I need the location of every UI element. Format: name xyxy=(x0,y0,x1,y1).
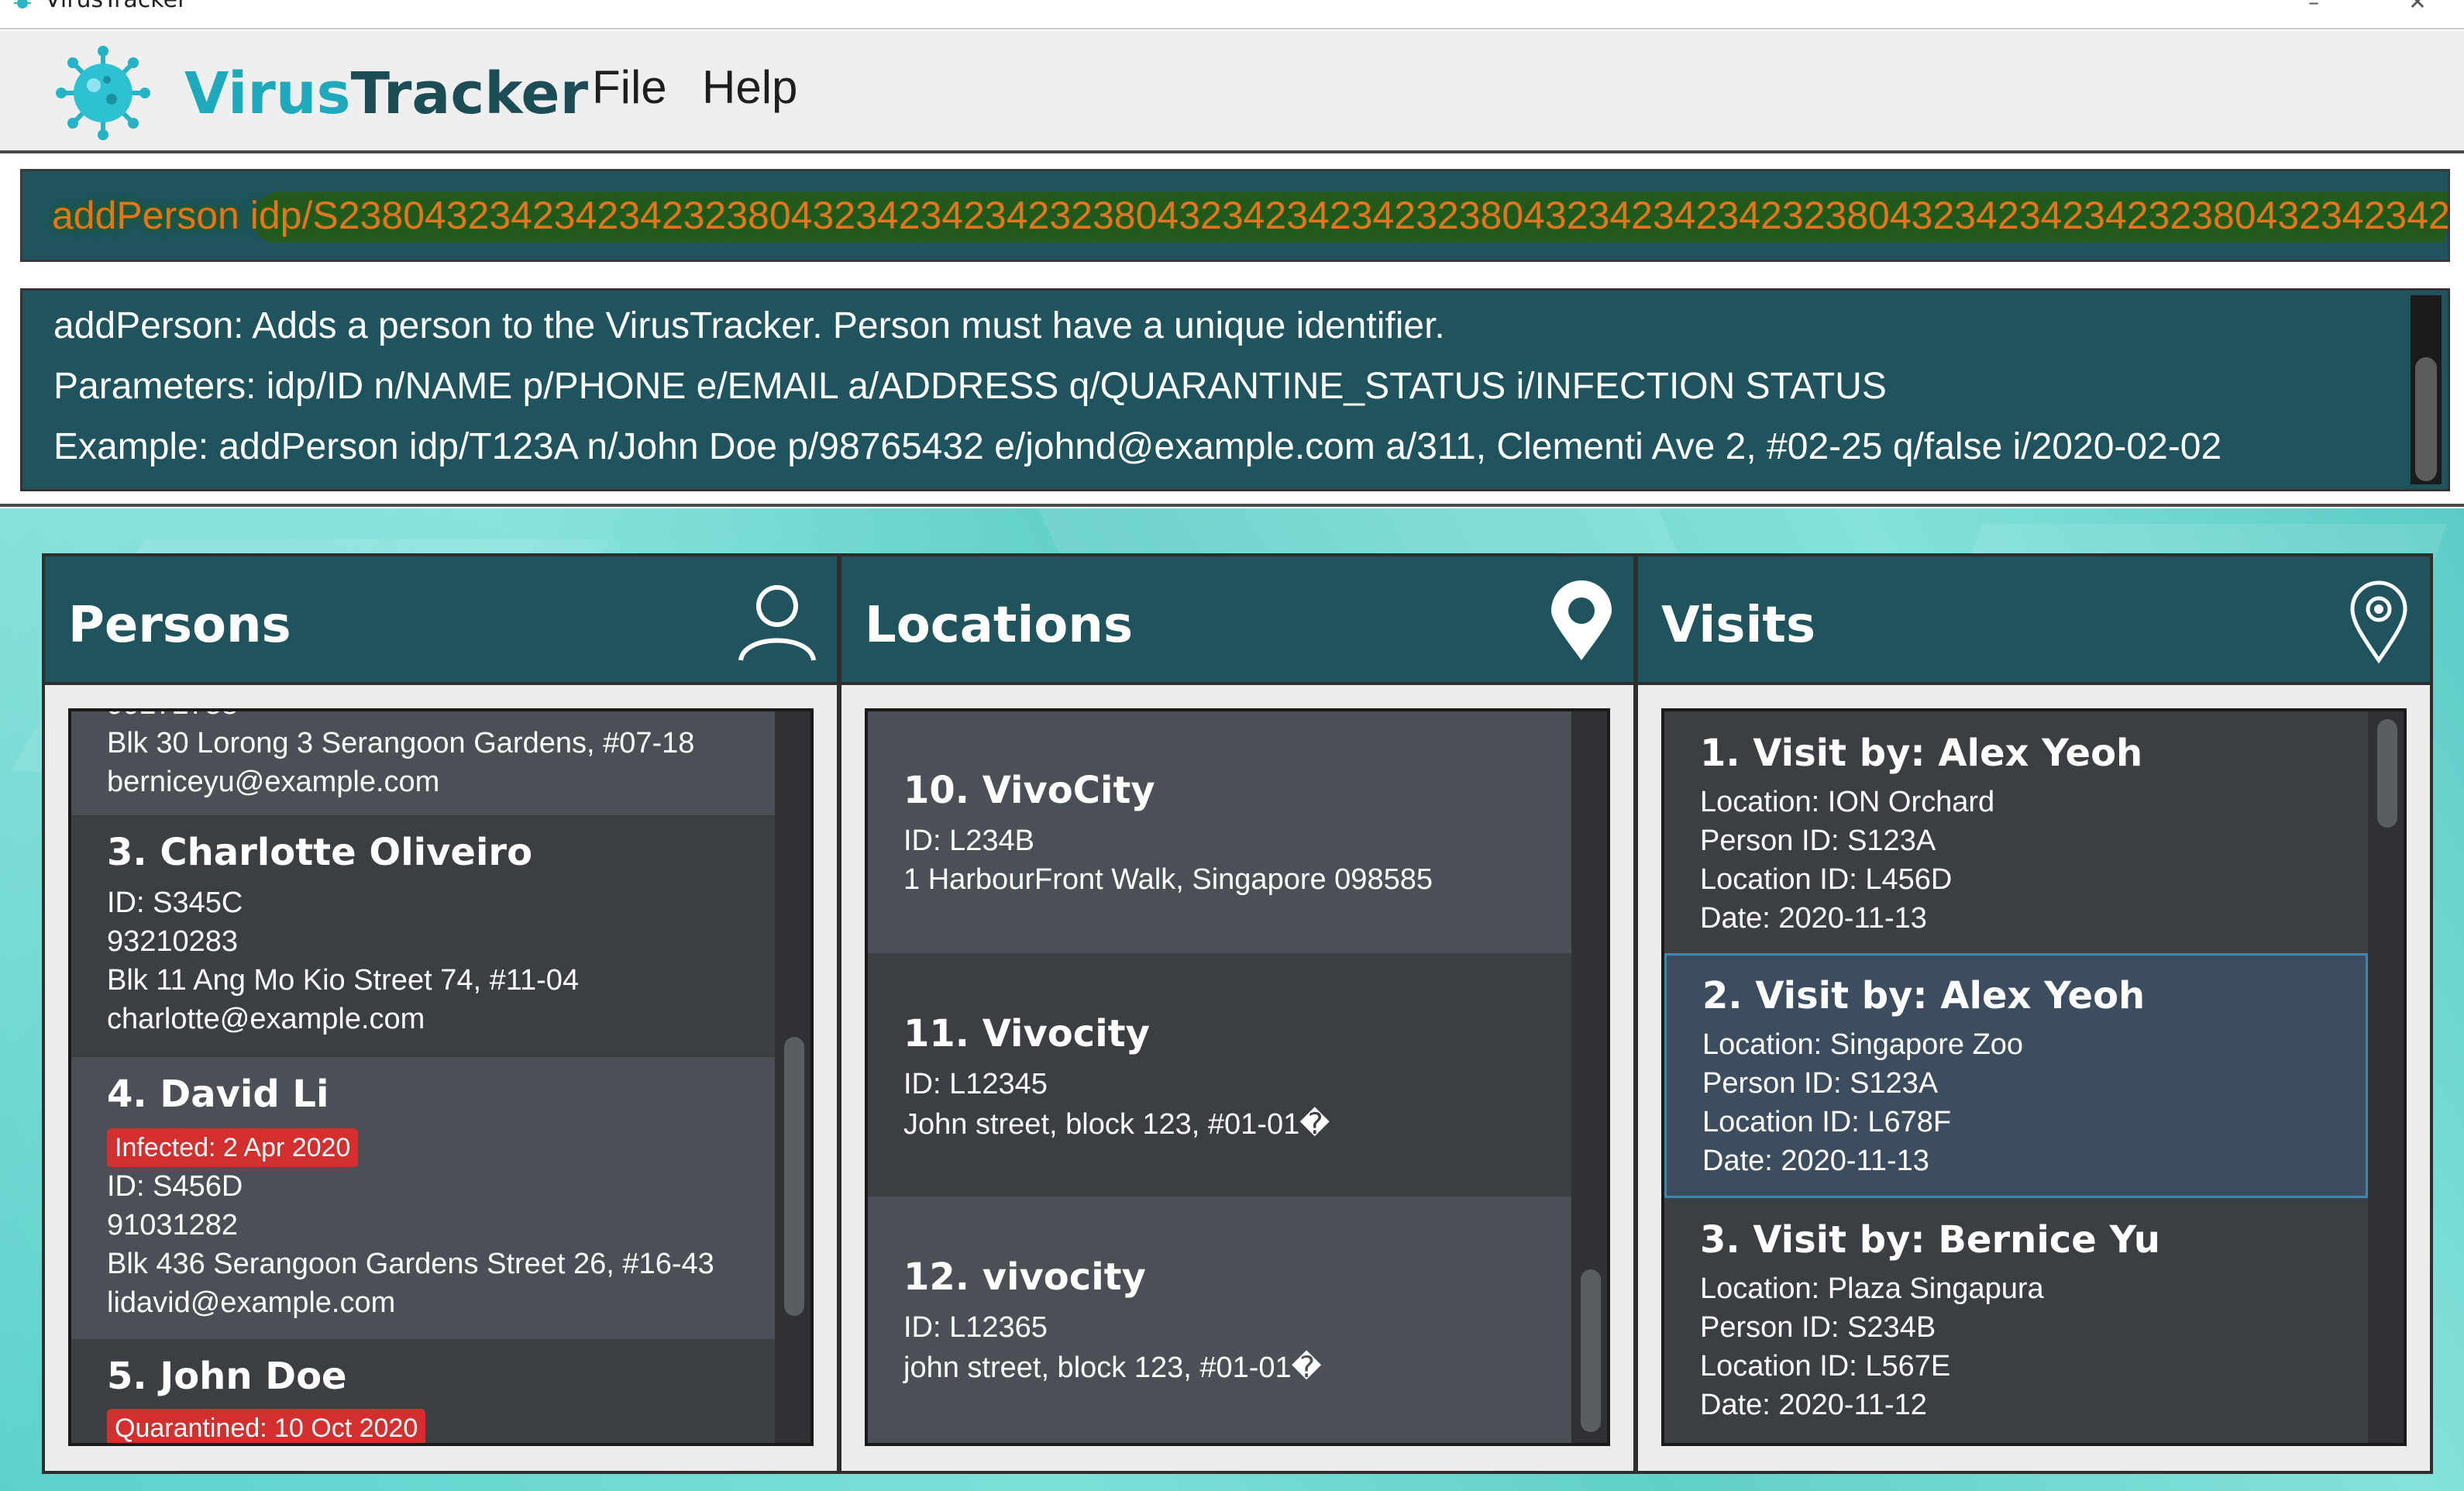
minimize-button[interactable]: – xyxy=(2298,0,2329,15)
menu-help[interactable]: Help xyxy=(702,60,797,114)
person-address: Blk 30 Lorong 3 Serangoon Gardens, #07-1… xyxy=(107,727,695,759)
visits-panel-header: Visits xyxy=(1638,556,2430,685)
quarantine-status-badge: Quarantined: 10 Oct 2020 xyxy=(107,1409,426,1443)
person-address: Blk 436 Serangoon Gardens Street 26, #16… xyxy=(107,1248,714,1280)
visits-scrollbar[interactable] xyxy=(2368,711,2404,1443)
location-pin-icon xyxy=(1551,580,1612,660)
visit-location-id: Location ID: L567E xyxy=(1700,1350,1951,1383)
result-scrollbar-thumb[interactable] xyxy=(2415,357,2437,481)
visits-scrollbar-thumb[interactable] xyxy=(2377,719,2397,828)
persons-panel-title: Persons xyxy=(68,597,291,654)
locations-scrollbar[interactable] xyxy=(1571,711,1607,1443)
visit-date: Date: 2020-11-12 xyxy=(1700,1389,1927,1421)
visit-location-id: Location ID: L678F xyxy=(1702,1106,1952,1138)
visit-location: Location: ION Orchard xyxy=(1700,786,1995,818)
visits-list[interactable]: 1. Visit by: Alex Yeoh Location: ION Orc… xyxy=(1661,708,2407,1446)
location-card[interactable]: 11. Vivocity ID: L12345 John street, blo… xyxy=(868,953,1571,1197)
persons-scrollbar[interactable] xyxy=(775,711,810,1443)
person-card[interactable]: 3. Charlotte Oliveiro ID: S345C 93210283… xyxy=(71,815,775,1057)
locations-panel-header: Locations xyxy=(841,556,1633,685)
visit-card-selected[interactable]: 2. Visit by: Alex Yeoh Location: Singapo… xyxy=(1664,953,2368,1198)
person-name: 3. Charlotte Oliveiro xyxy=(107,831,533,874)
location-address: 1 HarbourFront Walk, Singapore 098585 xyxy=(903,863,1433,896)
window-title: VirusTracker xyxy=(45,0,187,13)
person-email: lidavid@example.com xyxy=(107,1286,396,1319)
location-name: 10. VivoCity xyxy=(903,769,1155,812)
menu-file[interactable]: File xyxy=(592,60,667,114)
person-phone: 93210283 xyxy=(107,925,239,958)
location-address: John street, block 123, #01-01� xyxy=(903,1108,1330,1141)
visit-title: 1. Visit by: Alex Yeoh xyxy=(1700,732,2143,775)
persons-panel: Persons 99272758 Blk 30 Lorong 3 Serango… xyxy=(42,553,840,1474)
brand-title: VirusTracker xyxy=(184,60,588,127)
persons-panel-header: Persons xyxy=(45,556,837,685)
visit-title: 3. Visit by: Bernice Yu xyxy=(1700,1218,2160,1262)
visit-date: Date: 2020-11-13 xyxy=(1702,1145,1929,1177)
location-id: ID: L12345 xyxy=(903,1068,1048,1100)
person-icon xyxy=(738,585,816,661)
result-line-parameters: Parameters: idp/ID n/NAME p/PHONE e/EMAI… xyxy=(53,366,1887,407)
visit-location: Location: Singapore Zoo xyxy=(1702,1028,2024,1061)
result-display-container: addPerson: Adds a person to the VirusTra… xyxy=(0,273,2464,507)
virus-logo-icon xyxy=(56,46,150,140)
brand-part-tracker: Tracker xyxy=(350,60,589,127)
person-email: berniceyu@example.com xyxy=(107,766,440,798)
locations-panel: Locations 10. VivoCity ID: L234B 1 Harbo… xyxy=(838,553,1636,1474)
person-email: charlotte@example.com xyxy=(107,1003,425,1035)
person-name: 5. John Doe xyxy=(107,1355,347,1398)
brand-part-virus: Virus xyxy=(184,60,351,127)
person-id: ID: S456D xyxy=(107,1170,243,1203)
locations-list[interactable]: 10. VivoCity ID: L234B 1 HarbourFront Wa… xyxy=(865,708,1610,1446)
visit-person-id: Person ID: S123A xyxy=(1702,1067,1939,1100)
visit-location-id: Location ID: L456D xyxy=(1700,863,1953,896)
location-name: 11. Vivocity xyxy=(903,1012,1150,1055)
location-id: ID: L234B xyxy=(903,825,1034,857)
person-phone: 99272758 xyxy=(107,711,238,721)
close-button[interactable]: ✕ xyxy=(2402,0,2433,15)
visit-card[interactable]: 1. Visit by: Alex Yeoh Location: ION Orc… xyxy=(1664,711,2368,953)
visit-date: Date: 2020-11-13 xyxy=(1700,902,1927,935)
person-phone: 91031282 xyxy=(107,1209,239,1241)
visit-location: Location: Plaza Singapura xyxy=(1700,1272,2044,1305)
visits-panel: Visits 1. Visit by: Alex Yeoh Location: … xyxy=(1635,553,2433,1474)
virus-icon xyxy=(14,0,31,9)
person-card[interactable]: 99272758 Blk 30 Lorong 3 Serangoon Garde… xyxy=(71,711,775,815)
person-card[interactable]: 4. David Li Infected: 2 Apr 2020 ID: S45… xyxy=(71,1057,775,1339)
visit-person-id: Person ID: S234B xyxy=(1700,1311,1936,1344)
window-title-bar: VirusTracker – ✕ xyxy=(0,0,2464,29)
command-box-container: addPerson idp/S2380432342342342323804323… xyxy=(0,157,2464,273)
persons-list[interactable]: 99272758 Blk 30 Lorong 3 Serangoon Garde… xyxy=(68,708,814,1446)
location-id: ID: L12365 xyxy=(903,1311,1048,1344)
visit-card[interactable]: 3. Visit by: Bernice Yu Location: Plaza … xyxy=(1664,1198,2368,1443)
location-card[interactable]: 10. VivoCity ID: L234B 1 HarbourFront Wa… xyxy=(868,711,1571,953)
infection-status-badge: Infected: 2 Apr 2020 xyxy=(107,1128,359,1167)
result-display[interactable]: addPerson: Adds a person to the VirusTra… xyxy=(20,288,2450,491)
location-address: john street, block 123, #01-01� xyxy=(903,1352,1322,1384)
result-line-example: Example: addPerson idp/T123A n/John Doe … xyxy=(53,426,2222,467)
person-name: 4. David Li xyxy=(107,1073,329,1116)
location-card[interactable]: 12. vivocity ID: L12365 john street, blo… xyxy=(868,1197,1571,1443)
visit-title: 2. Visit by: Alex Yeoh xyxy=(1702,974,2146,1018)
result-scrollbar[interactable] xyxy=(2411,295,2442,484)
person-card[interactable]: 5. John Doe Quarantined: 10 Oct 2020 xyxy=(71,1339,775,1443)
person-id: ID: S345C xyxy=(107,887,243,919)
command-input[interactable]: addPerson idp/S2380432342342342323804323… xyxy=(20,169,2450,262)
visit-person-id: Person ID: S123A xyxy=(1700,825,1936,857)
location-name: 12. vivocity xyxy=(903,1255,1146,1299)
visit-pin-icon xyxy=(2350,580,2407,664)
visits-panel-title: Visits xyxy=(1661,597,1816,654)
command-input-text: addPerson idp/S2380432342342342323804323… xyxy=(52,194,2450,237)
person-address: Blk 11 Ang Mo Kio Street 74, #11-04 xyxy=(107,964,580,997)
menu-bar: VirusTracker File Help xyxy=(0,31,2464,153)
persons-scrollbar-thumb[interactable] xyxy=(784,1037,804,1316)
locations-panel-title: Locations xyxy=(865,597,1134,654)
locations-scrollbar-thumb[interactable] xyxy=(1581,1269,1601,1432)
result-line-usage: addPerson: Adds a person to the VirusTra… xyxy=(53,305,1445,346)
